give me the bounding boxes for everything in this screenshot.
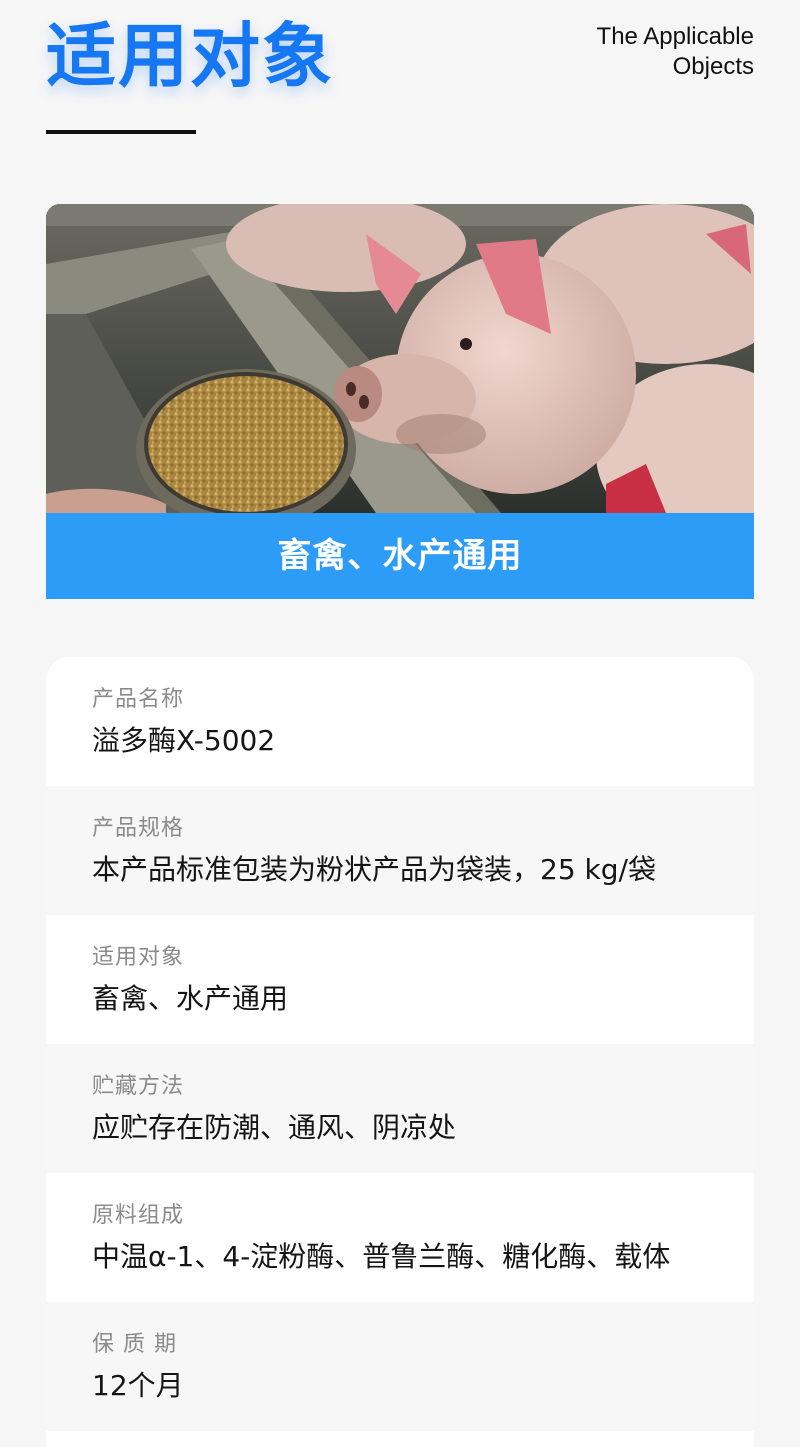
info-value: 应贮存在防潮、通风、阴凉处 [92,1111,457,1144]
info-label: 原料组成 [92,1203,185,1228]
info-row-storage: 贮藏方法 应贮存在防潮、通风、阴凉处 [46,1044,754,1173]
info-label: 保 质 期 [92,1332,177,1357]
page-subtitle-line2: Objects [672,53,754,80]
info-row-specification: 产品规格 本产品标准包装为粉状产品为袋装，25 kg/袋 [46,786,754,915]
info-row-applicable-objects: 适用对象 畜禽、水产通用 [46,915,754,1044]
page-title: 适用对象 [46,15,334,97]
info-label: 产品名称 [92,687,185,712]
page-header: 适用对象 The Applicable Objects [0,0,800,160]
product-info-card: 产品名称 溢多酶X-5002 产品规格 本产品标准包装为粉状产品为袋装，25 k… [46,657,754,1447]
info-row-ingredients: 原料组成 中温α-1、4-淀粉酶、普鲁兰酶、糖化酶、载体 [46,1173,754,1302]
info-row-shelf-life: 保 质 期 12个月 [46,1302,754,1431]
hero-card: 畜禽、水产通用 [46,204,754,599]
info-row-product-name: 产品名称 溢多酶X-5002 [46,657,754,786]
info-label: 适用对象 [92,945,185,970]
info-value: 畜禽、水产通用 [92,982,289,1015]
title-underline [46,130,196,134]
hero-caption: 畜禽、水产通用 [46,513,754,599]
page-subtitle: The Applicable Objects [494,22,754,82]
pigs-feeding-photo [46,204,754,513]
info-value: 中温α-1、4-淀粉酶、普鲁兰酶、糖化酶、载体 [92,1240,671,1273]
info-value: 12个月 [92,1369,184,1402]
page-subtitle-line1: The Applicable [596,23,754,50]
info-value: 本产品标准包装为粉状产品为袋装，25 kg/袋 [92,853,656,886]
info-label: 贮藏方法 [92,1074,185,1099]
info-label: 产品规格 [92,816,185,841]
info-value: 溢多酶X-5002 [92,724,276,757]
